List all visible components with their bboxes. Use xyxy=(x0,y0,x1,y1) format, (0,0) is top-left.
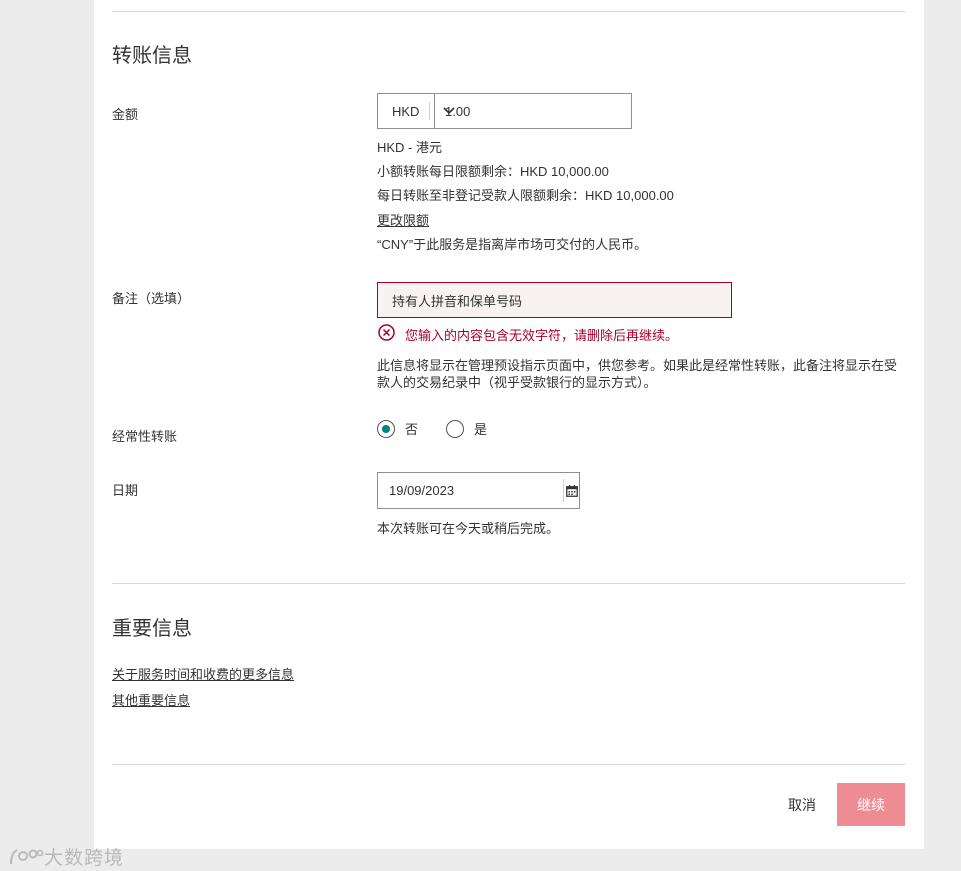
top-divider xyxy=(112,11,905,12)
calendar-button[interactable] xyxy=(563,479,579,502)
error-circle-icon xyxy=(378,324,395,341)
radio-yes[interactable] xyxy=(446,419,464,438)
radio-no-label: 否 xyxy=(405,422,419,437)
currency-description: HKD - 港元 xyxy=(377,140,443,155)
form-card: 转账信息 金额 HKD HKD - 港元 小额转账每日限额剩余：HKD 10,0… xyxy=(94,0,924,849)
calendar-icon xyxy=(565,484,578,497)
currency-separator xyxy=(429,102,430,120)
chevron-down-icon xyxy=(443,107,455,115)
currency-select[interactable]: HKD xyxy=(378,94,455,128)
continue-button[interactable]: 继续 xyxy=(837,783,905,826)
date-input[interactable] xyxy=(378,473,563,508)
section-divider xyxy=(112,583,905,584)
amount-label: 金额 xyxy=(112,107,139,122)
unregistered-payee-limit: 每日转账至非登记受款人限额剩余：HKD 10,000.00 xyxy=(377,188,674,203)
remark-label: 备注（选填） xyxy=(112,291,191,306)
amount-input[interactable] xyxy=(435,94,631,128)
watermark-text: 大数跨境 xyxy=(44,848,125,869)
radio-option-no[interactable]: 否 xyxy=(377,419,418,438)
date-label: 日期 xyxy=(112,483,139,498)
small-transfer-limit: 小额转账每日限额剩余：HKD 10,000.00 xyxy=(377,164,609,179)
radio-no[interactable] xyxy=(377,419,395,438)
currency-code: HKD xyxy=(392,103,420,119)
remark-hint: 此信息将显示在管理预设指示页面中，供您参考。如果此是经常性转账，此备注将显示在受… xyxy=(377,358,898,390)
amount-field: HKD xyxy=(377,93,632,129)
radio-yes-label: 是 xyxy=(474,422,488,437)
remark-error-message: 您输入的内容包含无效字符，请删除后再继续。 xyxy=(405,328,679,343)
date-note: 本次转账可在今天或稍后完成。 xyxy=(377,521,560,536)
transfer-info-title: 转账信息 xyxy=(112,45,192,67)
footer-divider xyxy=(112,764,905,765)
service-hours-fees-link[interactable]: 关于服务时间和收费的更多信息 xyxy=(112,664,294,683)
recurring-label: 经常性转账 xyxy=(112,429,178,444)
other-important-info-link[interactable]: 其他重要信息 xyxy=(112,690,190,709)
watermark-logo-icon xyxy=(10,848,44,864)
cancel-button[interactable]: 取消 xyxy=(788,795,816,815)
radio-option-yes[interactable]: 是 xyxy=(446,419,487,438)
important-info-title: 重要信息 xyxy=(112,618,192,640)
watermark: 大数跨境 xyxy=(8,843,124,870)
cny-note: “CNY”于此服务是指离岸市场可交付的人民币。 xyxy=(377,237,648,252)
remark-input[interactable] xyxy=(377,282,732,318)
date-field xyxy=(377,472,580,509)
change-limit-link[interactable]: 更改限额 xyxy=(377,210,429,229)
